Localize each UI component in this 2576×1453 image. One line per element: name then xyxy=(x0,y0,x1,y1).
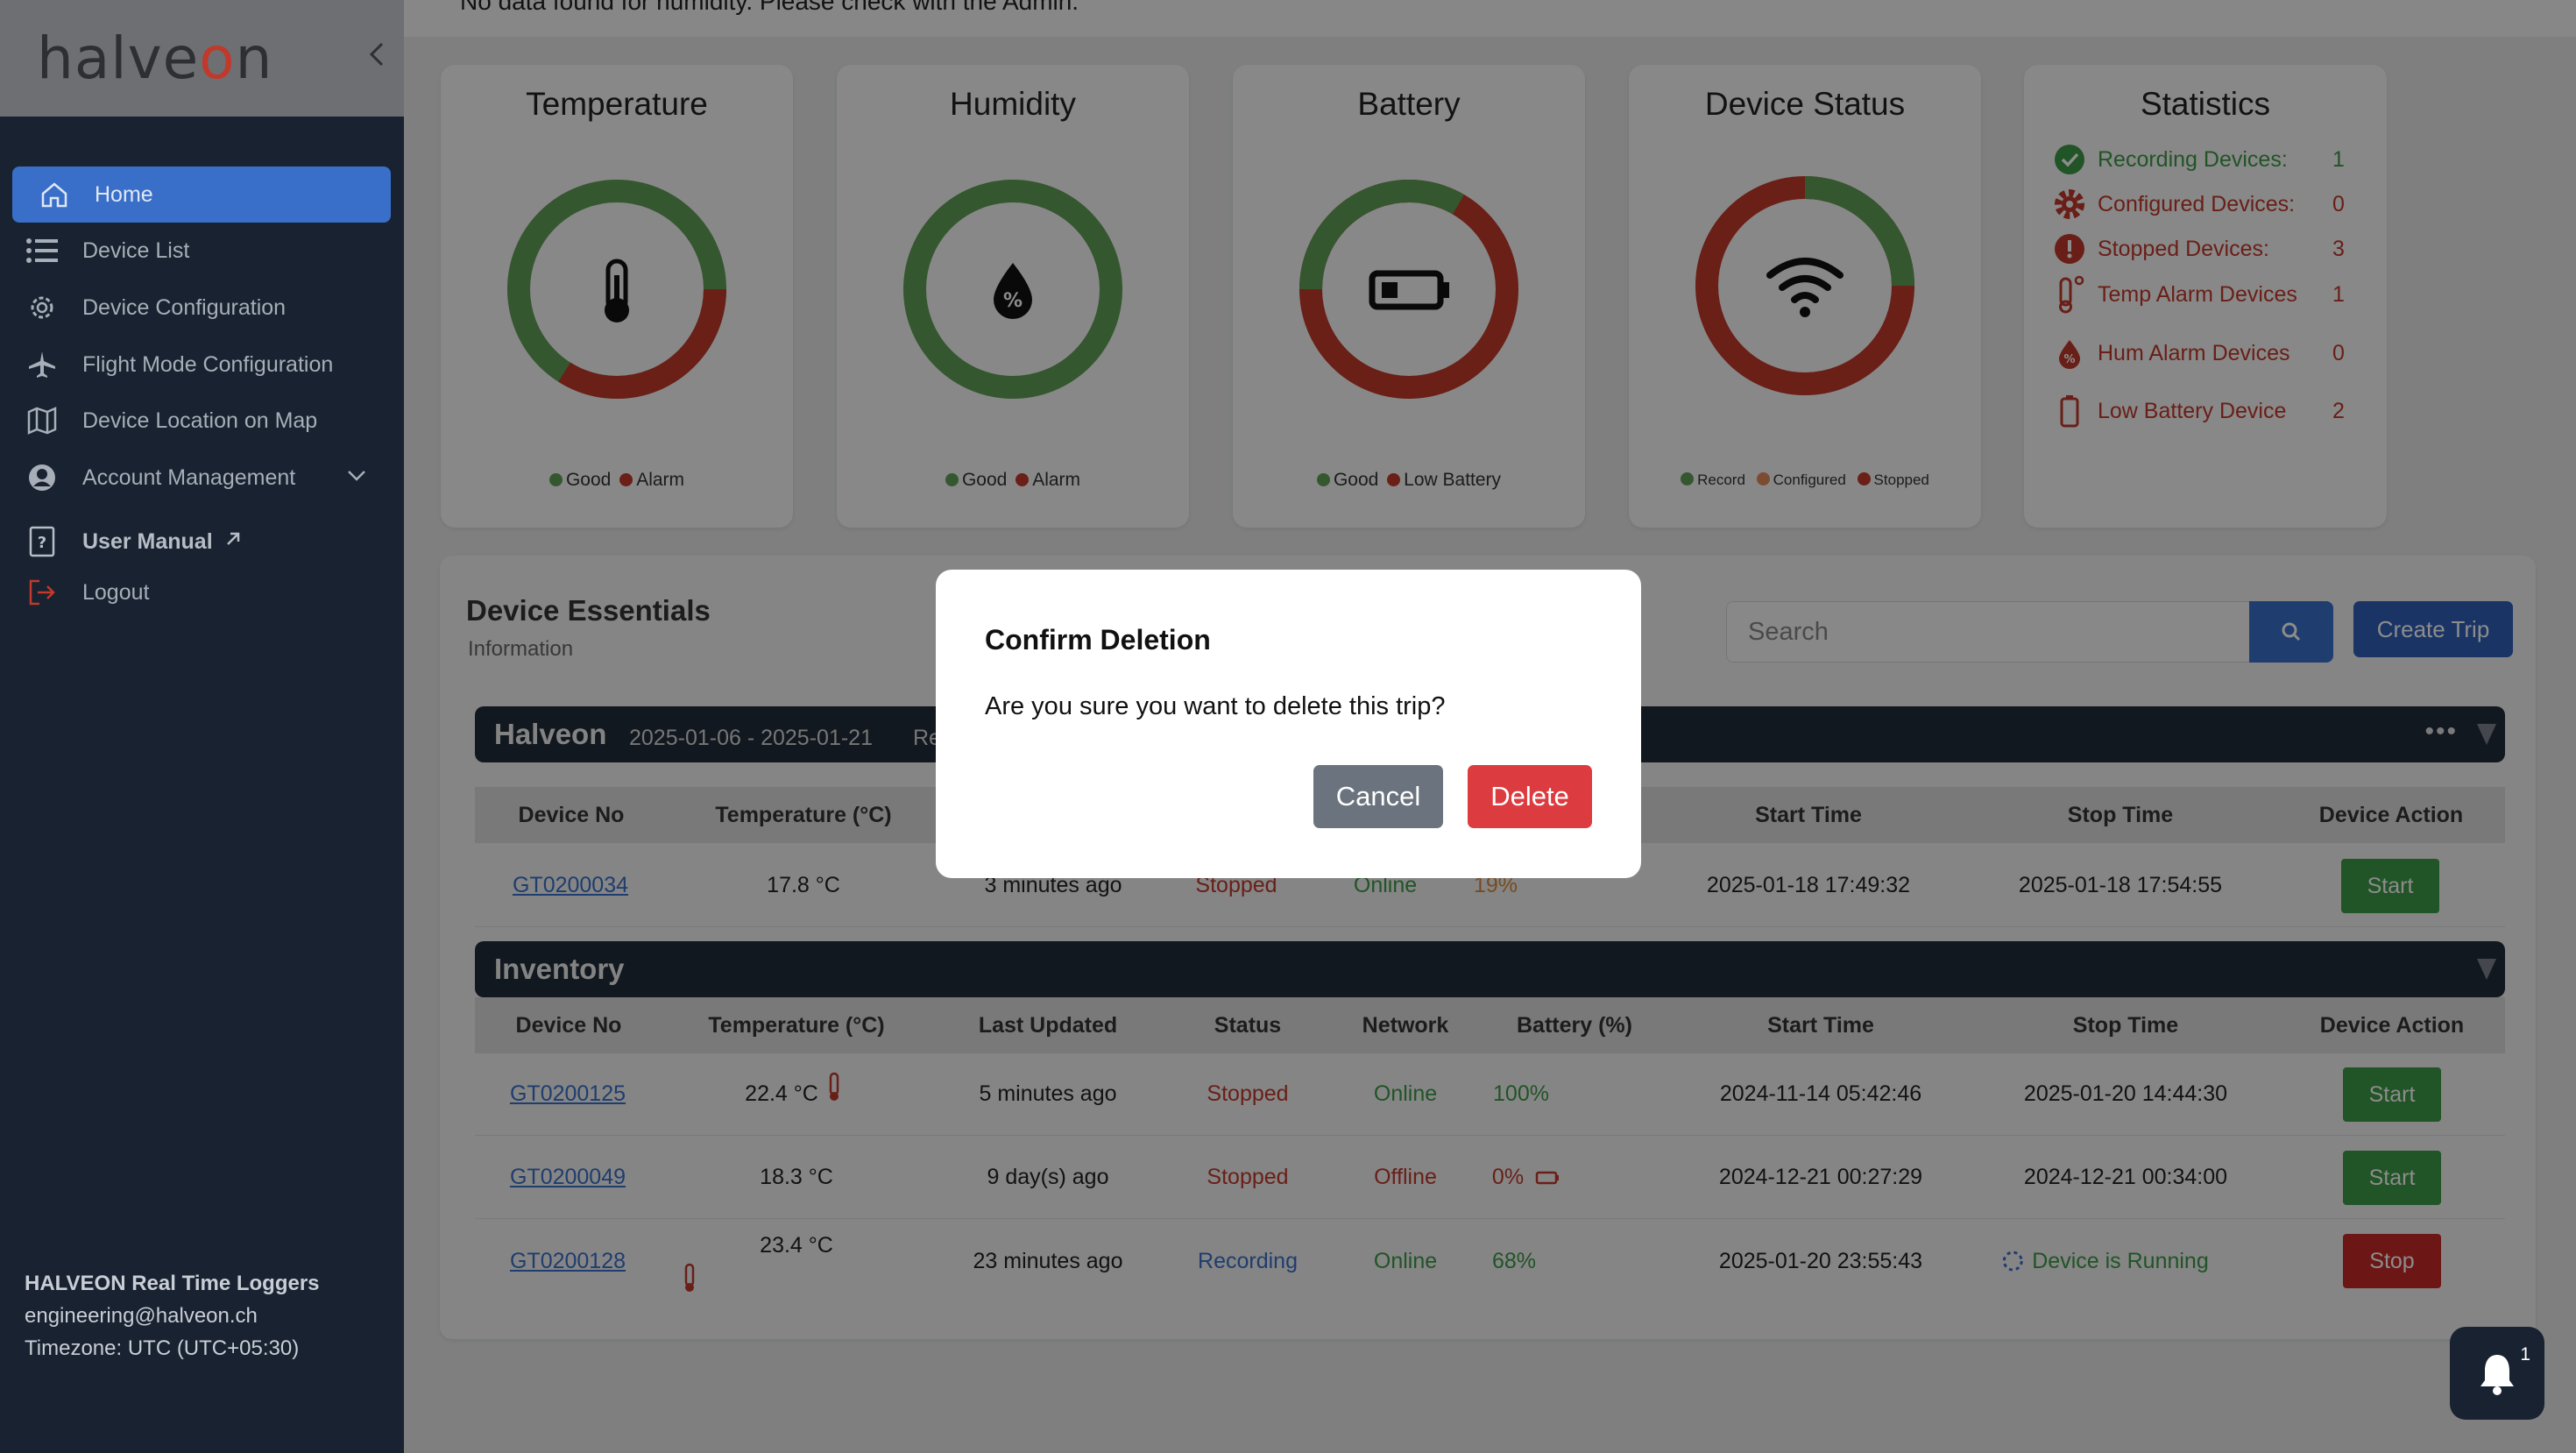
sidebar-item-label: Home xyxy=(95,181,153,207)
sidebar-item-label: Account Management xyxy=(82,464,296,490)
map-icon xyxy=(25,403,60,438)
svg-text:?: ? xyxy=(38,534,46,552)
sidebar-item-device-list[interactable]: Device List xyxy=(12,223,391,279)
notification-button[interactable]: 1 xyxy=(2450,1327,2544,1420)
company-name: HALVEON Real Time Loggers xyxy=(25,1272,320,1295)
account-icon xyxy=(25,460,60,495)
sidebar-item-user-manual[interactable]: ? User Manual xyxy=(12,514,391,570)
sidebar-item-device-location[interactable]: Device Location on Map xyxy=(12,393,391,449)
sidebar-item-label: Device List xyxy=(82,237,190,263)
company-email: engineering@halveon.ch xyxy=(25,1304,258,1328)
logo: halveon xyxy=(37,25,273,92)
sidebar-item-home[interactable]: Home xyxy=(12,167,391,223)
external-link-icon xyxy=(223,529,243,555)
sidebar-item-account-management[interactable]: Account Management xyxy=(12,450,391,506)
delete-button[interactable]: Delete xyxy=(1468,765,1592,828)
logout-icon xyxy=(25,575,60,610)
airplane-icon xyxy=(25,347,60,382)
sidebar: halveon Home Device List Device Configur… xyxy=(0,0,404,1453)
sidebar-item-label: Logout xyxy=(82,579,150,605)
cancel-button[interactable]: Cancel xyxy=(1313,765,1443,828)
sidebar-item-label: Flight Mode Configuration xyxy=(82,351,334,377)
collapse-sidebar-icon[interactable] xyxy=(364,37,391,72)
home-icon xyxy=(37,177,72,212)
sidebar-item-logout[interactable]: Logout xyxy=(12,564,391,620)
dialog-title: Confirm Deletion xyxy=(985,624,1211,656)
logo-area: halveon xyxy=(0,0,404,117)
sidebar-item-flight-mode[interactable]: Flight Mode Configuration xyxy=(12,337,391,393)
sidebar-item-label: Device Configuration xyxy=(82,294,287,320)
bell-icon xyxy=(2480,1355,2514,1395)
sidebar-item-label: Device Location on Map xyxy=(82,408,318,433)
gear-icon xyxy=(25,290,60,325)
chevron-down-icon[interactable] xyxy=(345,464,368,493)
list-icon xyxy=(25,233,60,268)
confirm-deletion-dialog: Confirm Deletion Are you sure you want t… xyxy=(936,570,1641,878)
timezone-text: Timezone: UTC (UTC+05:30) xyxy=(25,1336,300,1360)
dialog-message: Are you sure you want to delete this tri… xyxy=(985,692,1446,720)
sidebar-footer: HALVEON Real Time Loggers engineering@ha… xyxy=(25,1267,320,1364)
sidebar-item-label: User Manual xyxy=(82,528,213,554)
sidebar-item-device-configuration[interactable]: Device Configuration xyxy=(12,280,391,336)
notification-count: 1 xyxy=(2520,1344,2530,1364)
manual-icon: ? xyxy=(25,524,60,559)
